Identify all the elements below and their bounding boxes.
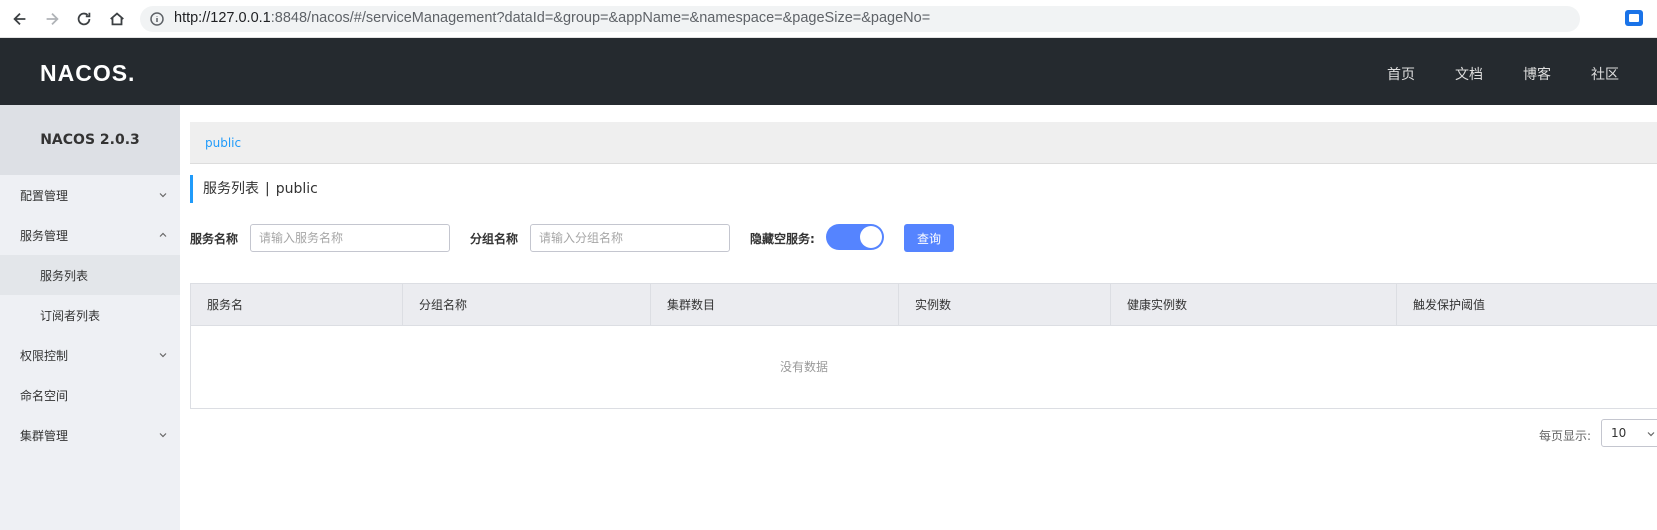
service-name-input[interactable] <box>250 224 450 252</box>
reload-icon[interactable] <box>73 8 95 30</box>
sidebar-item-label: 命名空间 <box>20 388 69 403</box>
nav-home[interactable]: 首页 <box>1387 64 1415 84</box>
chevron-down-icon <box>159 193 167 198</box>
url-text[interactable]: http://127.0.0.1:8848/nacos/#/serviceMan… <box>174 10 930 26</box>
sidebar-item-namespace[interactable]: 命名空间 <box>0 375 180 415</box>
page-size-label: 每页显示: <box>1539 429 1592 443</box>
column-group-name: 分组名称 <box>403 284 651 326</box>
sidebar-title: NACOS 2.0.3 <box>0 105 180 175</box>
query-button[interactable]: 查询 <box>904 224 954 252</box>
sidebar-item-service[interactable]: 服务管理 <box>0 215 180 255</box>
app-header: NACOS. 首页 文档 博客 社区 <box>0 38 1657 105</box>
group-name-input[interactable] <box>530 224 730 252</box>
back-icon[interactable] <box>9 8 31 30</box>
nav-docs[interactable]: 文档 <box>1455 64 1483 84</box>
sidebar-item-label: 订阅者列表 <box>40 308 101 323</box>
page-title-text: 服务列表 <box>203 181 259 197</box>
sidebar-item-service-list[interactable]: 服务列表 <box>0 255 180 295</box>
sidebar-item-label: 服务管理 <box>20 228 69 243</box>
sidebar: NACOS 2.0.3 配置管理 服务管理 服务列表 订阅者列表 权限控制 命名… <box>0 105 180 530</box>
sidebar-item-label: 服务列表 <box>40 268 89 283</box>
sidebar-item-label: 集群管理 <box>20 428 69 443</box>
column-protect-threshold: 触发保护阈值 <box>1413 298 1486 312</box>
home-icon[interactable] <box>106 8 128 30</box>
address-bar[interactable]: http://127.0.0.1:8848/nacos/#/serviceMan… <box>140 6 1580 32</box>
column-service-name: 服务名 <box>191 284 403 326</box>
chevron-down-icon <box>159 433 167 438</box>
sidebar-item-permissions[interactable]: 权限控制 <box>0 335 180 375</box>
sidebar-item-cluster[interactable]: 集群管理 <box>0 415 180 455</box>
page-size-select[interactable]: 10 <box>1601 419 1657 447</box>
sidebar-item-config[interactable]: 配置管理 <box>0 175 180 215</box>
sidebar-item-label: 权限控制 <box>20 348 69 363</box>
page-title-separator: | <box>265 181 270 197</box>
table-header: 服务名 分组名称 集群数目 实例数 健康实例数 触发保护阈值 <box>191 284 1657 326</box>
info-icon[interactable] <box>150 12 164 26</box>
hide-empty-toggle[interactable] <box>826 224 884 250</box>
group-name-label: 分组名称 <box>470 232 519 246</box>
namespace-public-link[interactable]: public <box>205 136 241 150</box>
nacos-logo[interactable]: NACOS. <box>40 60 135 87</box>
chevron-up-icon <box>159 232 167 237</box>
page-title: 服务列表 | public <box>190 175 318 203</box>
service-name-label: 服务名称 <box>190 232 239 246</box>
page-title-namespace: public <box>275 181 318 197</box>
column-instance-count: 实例数 <box>899 284 1111 326</box>
forward-icon[interactable] <box>41 8 63 30</box>
column-healthy-count: 健康实例数 <box>1111 284 1397 326</box>
nav-community[interactable]: 社区 <box>1591 64 1619 84</box>
column-cluster-count: 集群数目 <box>651 284 899 326</box>
toggle-knob <box>860 226 882 248</box>
service-table: 服务名 分组名称 集群数目 实例数 健康实例数 触发保护阈值 没有数据 <box>190 283 1657 409</box>
extension-icon[interactable] <box>1625 10 1643 26</box>
sidebar-item-label: 配置管理 <box>20 188 69 203</box>
page-size-value: 10 <box>1611 426 1627 440</box>
chevron-down-icon <box>159 353 167 358</box>
namespace-bar: public <box>190 122 1657 164</box>
sidebar-item-subscribers[interactable]: 订阅者列表 <box>0 295 180 335</box>
browser-toolbar: http://127.0.0.1:8848/nacos/#/serviceMan… <box>0 0 1657 38</box>
nav-blog[interactable]: 博客 <box>1523 64 1551 84</box>
chevron-down-icon <box>1647 432 1655 437</box>
empty-state: 没有数据 <box>779 360 828 374</box>
hide-empty-label: 隐藏空服务: <box>750 232 815 246</box>
